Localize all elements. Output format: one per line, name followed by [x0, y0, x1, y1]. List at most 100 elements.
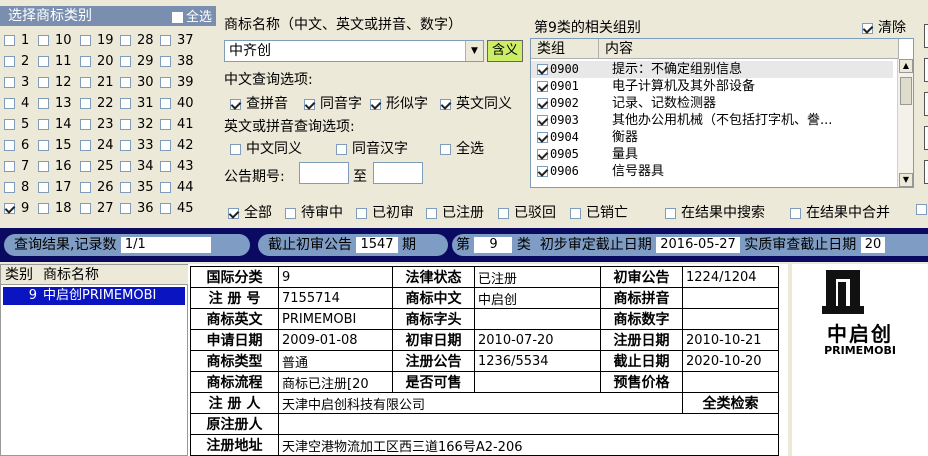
group-row[interactable]: 0902 记录、记数检测器	[531, 95, 893, 112]
column-header-group[interactable]: 类组	[531, 39, 599, 59]
class-checkbox[interactable]: 39	[160, 76, 194, 90]
group-row[interactable]: 0906 信号器具	[531, 163, 893, 180]
reg-no-label: 注 册 号	[190, 287, 279, 309]
class-checkbox[interactable]: 38	[160, 55, 194, 69]
class-checkbox[interactable]: 14	[38, 118, 72, 132]
result-row[interactable]: 9 中启创PRIMEMOBI	[3, 287, 185, 305]
group-row[interactable]: 0903 其他办公用机械（不包括打字机、誊...	[531, 112, 893, 129]
cn-name-label: 商标中文	[392, 287, 475, 309]
filter-cancelled[interactable]: 已销亡	[570, 202, 628, 222]
class-checkbox[interactable]: 5	[4, 118, 29, 132]
option-pinyin[interactable]: 查拼音	[230, 93, 288, 113]
class-checkbox[interactable]: 15	[38, 139, 72, 153]
filter-prelim[interactable]: 已初审	[356, 202, 414, 222]
side-button[interactable]	[924, 58, 928, 82]
class-checkbox[interactable]: 8	[4, 181, 29, 195]
class-checkbox[interactable]: 45	[160, 202, 194, 216]
option-homophone-hanzi[interactable]: 同音汉字	[336, 138, 408, 158]
filter-rejected[interactable]: 已驳回	[498, 202, 556, 222]
class-checkbox[interactable]: 13	[38, 97, 72, 111]
class-checkbox[interactable]: 4	[4, 97, 29, 111]
period-to-label: 至	[353, 169, 367, 185]
class-checkbox[interactable]: 26	[80, 181, 114, 195]
option-homophone[interactable]: 同音字	[304, 93, 362, 113]
class-checkbox[interactable]: 40	[160, 97, 194, 111]
class-checkbox[interactable]: 17	[38, 181, 72, 195]
class-checkbox[interactable]: 37	[160, 34, 194, 48]
chevron-down-icon[interactable]: ▼	[465, 41, 483, 61]
select-all-checkbox[interactable]: 全选	[171, 8, 212, 28]
checkbox-icon	[304, 98, 315, 110]
trademark-name-input[interactable]: 中齐创 ▼	[224, 40, 484, 62]
scroll-up-icon[interactable]: ▲	[899, 59, 913, 73]
class-checkbox[interactable]: 6	[4, 139, 29, 153]
group-code: 0900	[550, 62, 579, 76]
class-checkbox[interactable]: 10	[38, 34, 72, 48]
class-checkbox[interactable]: 2	[4, 55, 29, 69]
group-row[interactable]: 0901 电子计算机及其外部设备	[531, 78, 893, 95]
scroll-thumb[interactable]	[900, 77, 912, 105]
meaning-button[interactable]: 含义	[487, 40, 523, 62]
period-from-input[interactable]	[299, 162, 349, 184]
class-checkbox[interactable]: 3	[4, 76, 29, 90]
group-row[interactable]: 0904 衡器	[531, 129, 893, 146]
class-checkbox[interactable]: 22	[80, 97, 114, 111]
class-checkbox[interactable]: 12	[38, 76, 72, 90]
class-checkbox[interactable]: 30	[120, 76, 154, 90]
class-checkbox[interactable]: 29	[120, 55, 154, 69]
column-header-class[interactable]: 类别	[5, 265, 33, 285]
class-checkbox[interactable]: 24	[80, 139, 114, 153]
checkbox-icon	[4, 161, 15, 172]
class-checkbox[interactable]: 18	[38, 202, 72, 216]
class-checkbox[interactable]: 36	[120, 202, 154, 216]
clear-checkbox[interactable]: 清除	[862, 17, 906, 37]
class-checkbox[interactable]: 11	[38, 55, 72, 69]
option-similar-shape[interactable]: 形似字	[370, 93, 428, 113]
checkbox-icon	[80, 56, 91, 67]
class-checkbox[interactable]: 33	[120, 139, 154, 153]
class-checkbox[interactable]: 23	[80, 118, 114, 132]
option-english-synonym[interactable]: 英文同义	[440, 93, 512, 113]
class-checkbox[interactable]: 41	[160, 118, 194, 132]
class-checkbox[interactable]: 7	[4, 160, 29, 174]
checkbox-icon[interactable]	[916, 202, 927, 217]
class-number: 3	[21, 75, 30, 90]
class-checkbox[interactable]: 1	[4, 34, 29, 48]
class-checkbox[interactable]: 42	[160, 139, 194, 153]
full-search-button[interactable]: 全类检索	[682, 392, 779, 414]
class-checkbox[interactable]: 21	[80, 76, 114, 90]
side-button[interactable]	[924, 160, 928, 184]
filter-label: 在结果中搜索	[681, 205, 765, 221]
option-select-all-en[interactable]: 全选	[440, 138, 484, 158]
side-button[interactable]	[924, 92, 928, 116]
merge-in-results[interactable]: 在结果中合并	[790, 202, 890, 222]
group-row[interactable]: 0900 提示：不确定组别信息	[531, 61, 893, 78]
filter-all[interactable]: 全部	[228, 202, 272, 222]
option-chinese-synonym[interactable]: 中文同义	[230, 138, 302, 158]
side-button[interactable]	[924, 126, 928, 150]
filter-pending[interactable]: 待审中	[285, 202, 343, 222]
class-checkbox[interactable]: 44	[160, 181, 194, 195]
column-header-content[interactable]: 内容	[599, 39, 899, 59]
class-checkbox[interactable]: 31	[120, 97, 154, 111]
class-checkbox[interactable]: 35	[120, 181, 154, 195]
group-list-scrollbar[interactable]: ▲ ▼	[897, 59, 913, 187]
class-checkbox[interactable]: 25	[80, 160, 114, 174]
period-to-input[interactable]	[373, 162, 423, 184]
search-in-results[interactable]: 在结果中搜索	[665, 202, 765, 222]
group-row[interactable]: 0905 量具	[531, 146, 893, 163]
class-checkbox[interactable]: 19	[80, 34, 114, 48]
class-checkbox[interactable]: 34	[120, 160, 154, 174]
class-checkbox[interactable]: 27	[80, 202, 114, 216]
class-checkbox[interactable]: 9	[4, 202, 29, 216]
class-checkbox[interactable]: 32	[120, 118, 154, 132]
class-checkbox[interactable]: 28	[120, 34, 154, 48]
filter-registered[interactable]: 已注册	[426, 202, 484, 222]
class-checkbox[interactable]: 16	[38, 160, 72, 174]
scroll-down-icon[interactable]: ▼	[899, 173, 913, 187]
column-header-name[interactable]: 商标名称	[43, 265, 99, 285]
side-button[interactable]	[924, 24, 928, 48]
checkbox-icon	[120, 56, 131, 67]
class-checkbox[interactable]: 43	[160, 160, 194, 174]
class-checkbox[interactable]: 20	[80, 55, 114, 69]
